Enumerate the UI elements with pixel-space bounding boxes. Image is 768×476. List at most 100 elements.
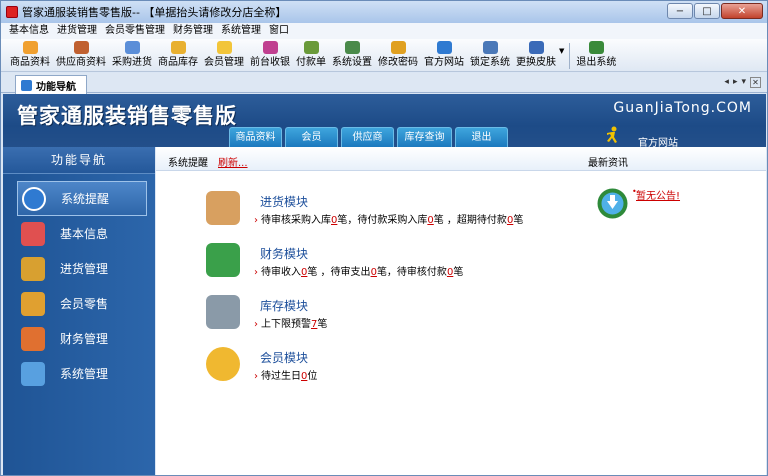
lock-icon bbox=[482, 41, 498, 54]
sidebar-item-info[interactable]: 系统提醒 bbox=[17, 181, 147, 216]
sidebar-item-blocks[interactable]: 基本信息 bbox=[17, 216, 147, 251]
toolbar-label: 商品库存 bbox=[158, 57, 198, 68]
toolbar-button-password[interactable]: 修改密码 bbox=[375, 41, 421, 69]
menu-basic-info[interactable]: 基本信息 bbox=[5, 23, 53, 39]
supplier-icon bbox=[73, 41, 89, 54]
banner-tab-exit[interactable]: 退出 bbox=[455, 127, 508, 147]
sidebar-item-label: 财务管理 bbox=[60, 332, 109, 346]
bullet-arrow-icon: › bbox=[254, 319, 258, 330]
banner-tab-goods[interactable]: 商品资料 bbox=[229, 127, 282, 147]
detail-text: 待审核采购入库 bbox=[261, 215, 331, 226]
toolbar-button-cashier[interactable]: 前台收银 bbox=[247, 41, 293, 69]
sidebar-item-label: 基本信息 bbox=[60, 227, 109, 241]
app-window: 管家通服装销售零售版-- 【单据抬头请修改分店全称】 − □ ✕ 基本信息 进货… bbox=[0, 0, 768, 476]
banner-tab-supplier[interactable]: 供应商 bbox=[341, 127, 394, 147]
banner-tab-member[interactable]: 会员 bbox=[285, 127, 338, 147]
skin-dropdown-icon[interactable]: ▼ bbox=[559, 47, 564, 55]
tab-nav: ◂ ▸ ▾ ✕ bbox=[724, 77, 761, 88]
toolbar-label: 商品资料 bbox=[10, 57, 50, 68]
menu-member-retail[interactable]: 会员零售管理 bbox=[101, 23, 169, 39]
toolbar-button-purchase[interactable]: 采购进货 bbox=[109, 41, 155, 69]
banner-tab-stock-query[interactable]: 库存查询 bbox=[397, 127, 452, 147]
toolbar-label: 会员管理 bbox=[204, 57, 244, 68]
toolbar-button-goods[interactable]: 商品资料 bbox=[7, 41, 53, 69]
official-site-link[interactable]: 官方网站 bbox=[638, 134, 678, 147]
menu-bar: 基本信息 进货管理 会员零售管理 财务管理 系统管理 窗口 bbox=[1, 23, 767, 39]
skin-icon bbox=[528, 41, 544, 54]
detail-text: 笔 ，待审支出 bbox=[307, 267, 371, 278]
download-globe-icon bbox=[597, 188, 628, 219]
sidebar-item-label: 系统管理 bbox=[60, 367, 109, 381]
detail-text: 待审收入 bbox=[261, 267, 301, 278]
tab-list-icon[interactable]: ▾ bbox=[741, 77, 746, 88]
module-detail: › 待审核采购入库0笔，待付款采购入库0笔 ，超期待付款0笔 bbox=[254, 211, 523, 226]
tab-function-nav[interactable]: 功能导航 bbox=[15, 75, 87, 94]
tab-next-icon[interactable]: ▸ bbox=[733, 77, 738, 88]
running-man-icon[interactable] bbox=[606, 126, 620, 144]
news-link[interactable]: 暂无公告! bbox=[636, 187, 680, 202]
banner-tabs: 商品资料 会员 供应商 库存查询 退出 bbox=[229, 127, 508, 147]
module-detail: › 上下限预警7笔 bbox=[254, 315, 327, 330]
main-header: 系统提醒 刷新... 最新资讯 bbox=[156, 147, 766, 171]
menu-purchase[interactable]: 进货管理 bbox=[53, 23, 101, 39]
module-name[interactable]: 进货模块 bbox=[260, 193, 308, 210]
sidebar-item-chart[interactable]: 系统管理 bbox=[17, 356, 147, 391]
bullet-arrow-icon: › bbox=[254, 267, 258, 278]
payment-icon bbox=[303, 41, 319, 54]
sidebar-item-box[interactable]: 进货管理 bbox=[17, 251, 147, 286]
title-bar: 管家通服装销售零售版-- 【单据抬头请修改分店全称】 − □ ✕ bbox=[1, 1, 767, 23]
chart-icon bbox=[21, 361, 45, 386]
goods-icon bbox=[22, 41, 38, 54]
toolbar-button-supplier[interactable]: 供应商资料 bbox=[53, 41, 109, 69]
minimize-button[interactable]: − bbox=[667, 3, 693, 19]
cashier-icon bbox=[262, 41, 278, 54]
dollar-icon bbox=[206, 243, 240, 277]
toolbar-button-exit[interactable]: 退出系统 bbox=[573, 41, 619, 69]
maximize-button[interactable]: □ bbox=[694, 3, 720, 19]
toolbar-button-lock[interactable]: 锁定系统 bbox=[467, 41, 513, 69]
toolbar-button-payment[interactable]: 付款单 bbox=[293, 41, 329, 69]
toolbar-label: 系统设置 bbox=[332, 57, 372, 68]
module-detail: › 待审收入0笔 ，待审支出0笔，待审核付款0笔 bbox=[254, 263, 463, 278]
detail-text: 笔，待付款采购入库 bbox=[337, 215, 428, 226]
sidebar-item-label: 系统提醒 bbox=[61, 192, 110, 206]
toolbar-button-website[interactable]: 官方网站 bbox=[421, 41, 467, 69]
module-detail: › 待过生日0位 bbox=[254, 367, 317, 382]
detail-text: 笔 bbox=[453, 267, 464, 278]
refresh-link[interactable]: 刷新... bbox=[218, 154, 248, 169]
toolbar-label: 更换皮肤 bbox=[516, 57, 556, 68]
toolbar-label: 前台收银 bbox=[250, 57, 290, 68]
toolbar-button-settings[interactable]: 系统设置 bbox=[329, 41, 375, 69]
detail-text: 笔 bbox=[513, 215, 524, 226]
module-name[interactable]: 库存模块 bbox=[260, 297, 308, 314]
purchase-box-icon bbox=[206, 191, 240, 225]
tab-close-icon[interactable]: ✕ bbox=[750, 77, 761, 88]
sidebar-item-box-open[interactable]: 会员零售 bbox=[17, 286, 147, 321]
password-icon bbox=[390, 41, 406, 54]
module-chat: 会员模块 › 待过生日0位 bbox=[206, 347, 546, 387]
news-title: 最新资讯 bbox=[588, 158, 628, 169]
sidebar-item-finance[interactable]: 财务管理 bbox=[17, 321, 147, 356]
app-icon bbox=[6, 6, 18, 18]
tab-prev-icon[interactable]: ◂ bbox=[724, 77, 729, 88]
toolbar-button-stock[interactable]: 商品库存 bbox=[155, 41, 201, 69]
toolbar: 商品资料 供应商资料 采购进货 商品库存 会员管理 前台收银 付款单 系统设置 修改密码 官方网站… bbox=[1, 39, 767, 72]
toolbar-label: 锁定系统 bbox=[470, 57, 510, 68]
toolbar-button-member[interactable]: 会员管理 bbox=[201, 41, 247, 69]
exit-icon bbox=[588, 41, 604, 54]
toolbar-button-skin[interactable]: 更换皮肤 bbox=[513, 41, 559, 69]
menu-window[interactable]: 窗口 bbox=[265, 23, 293, 39]
box-open-icon bbox=[21, 291, 45, 316]
sidebar: 功能导航 系统提醒 基本信息 进货管理 会员零售 财务管理 系统管理 bbox=[3, 147, 155, 475]
module-database: 库存模块 › 上下限预警7笔 bbox=[206, 295, 546, 335]
module-name[interactable]: 财务模块 bbox=[260, 245, 308, 262]
menu-system[interactable]: 系统管理 bbox=[217, 23, 265, 39]
main-title: 系统提醒 bbox=[168, 158, 208, 169]
bullet-arrow-icon: › bbox=[254, 215, 258, 226]
close-button[interactable]: ✕ bbox=[721, 3, 763, 19]
website-icon bbox=[436, 41, 452, 54]
finance-icon bbox=[21, 326, 45, 351]
menu-finance[interactable]: 财务管理 bbox=[169, 23, 217, 39]
toolbar-label: 退出系统 bbox=[576, 57, 617, 68]
module-name[interactable]: 会员模块 bbox=[260, 349, 308, 366]
